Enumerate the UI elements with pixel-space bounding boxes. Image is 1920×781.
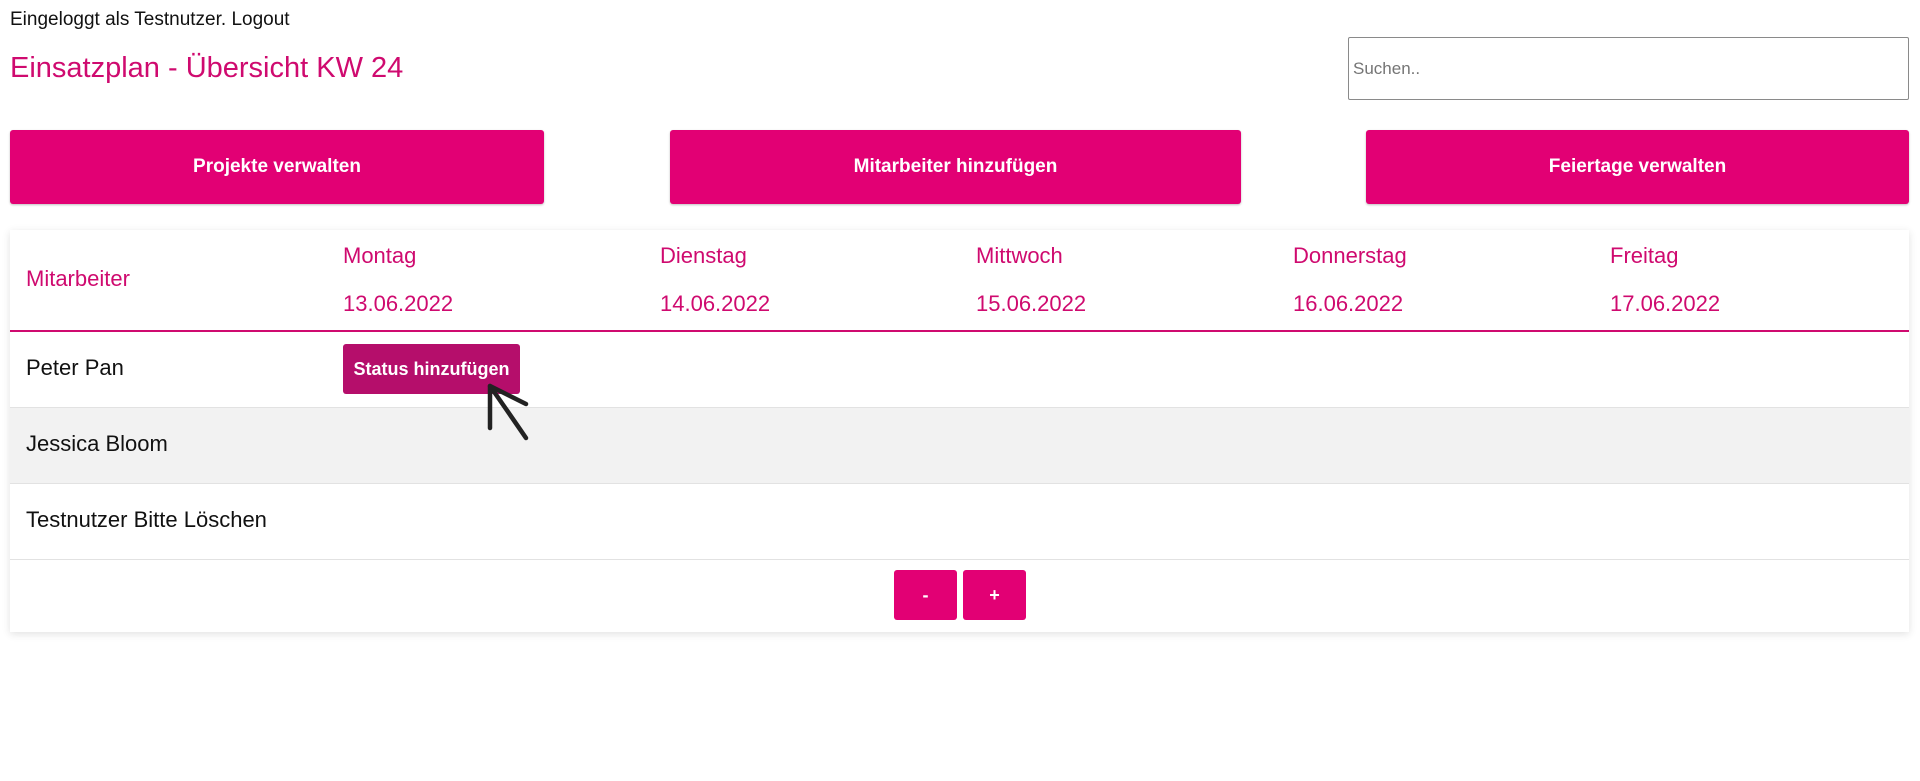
- day-date: 15.06.2022: [976, 291, 1087, 316]
- day-name: Dienstag: [660, 243, 747, 268]
- day-header-monday: Montag 13.06.2022: [343, 242, 453, 318]
- employee-name: Jessica Bloom: [26, 431, 168, 456]
- day-name: Freitag: [1610, 243, 1679, 268]
- add-employee-button[interactable]: Mitarbeiter hinzufügen: [670, 130, 1241, 204]
- logout-link[interactable]: Logout: [231, 9, 289, 30]
- employee-row: Peter Pan Status hinzufügen: [10, 332, 1909, 408]
- employee-name: Testnutzer Bitte Löschen: [26, 507, 267, 532]
- day-name: Donnerstag: [1293, 243, 1407, 268]
- employee-row: Testnutzer Bitte Löschen: [10, 484, 1909, 560]
- add-status-button[interactable]: Status hinzufügen: [343, 344, 520, 394]
- employee-column-header: Mitarbeiter: [26, 266, 130, 291]
- manage-projects-button[interactable]: Projekte verwalten: [10, 130, 544, 204]
- day-date: 17.06.2022: [1610, 291, 1721, 316]
- schedule-header-row: Mitarbeiter Montag 13.06.2022 Dienstag 1…: [10, 230, 1909, 332]
- next-week-button[interactable]: +: [963, 570, 1026, 620]
- day-header-friday: Freitag 17.06.2022: [1610, 242, 1720, 318]
- day-date: 16.06.2022: [1293, 291, 1404, 316]
- day-header-tuesday: Dienstag 14.06.2022: [660, 242, 770, 318]
- day-date: 14.06.2022: [660, 291, 771, 316]
- schedule-table: Mitarbeiter Montag 13.06.2022 Dienstag 1…: [10, 230, 1909, 632]
- day-header-thursday: Donnerstag 16.06.2022: [1293, 242, 1407, 318]
- day-name: Mittwoch: [976, 243, 1063, 268]
- previous-week-button[interactable]: -: [894, 570, 957, 620]
- search-input[interactable]: [1348, 37, 1909, 100]
- day-header-wednesday: Mittwoch 15.06.2022: [976, 242, 1086, 318]
- login-status: Eingeloggt als Testnutzer. Logout: [10, 8, 290, 32]
- page-title: Einsatzplan - Übersicht KW 24: [10, 52, 404, 84]
- employee-row: Jessica Bloom: [10, 408, 1909, 484]
- employee-name: Peter Pan: [26, 355, 124, 380]
- login-status-text: Eingeloggt als Testnutzer.: [10, 9, 227, 30]
- day-name: Montag: [343, 243, 417, 268]
- day-date: 13.06.2022: [343, 291, 454, 316]
- manage-holidays-button[interactable]: Feiertage verwalten: [1366, 130, 1909, 204]
